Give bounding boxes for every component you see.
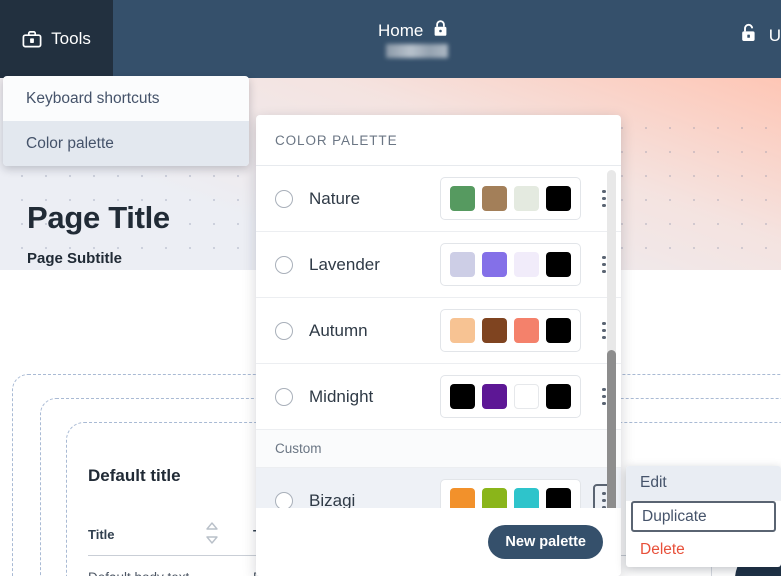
context-menu-item-delete[interactable]: Delete <box>626 532 781 567</box>
swatch <box>482 384 507 409</box>
menu-item-keyboard-shortcuts[interactable]: Keyboard shortcuts <box>3 76 249 121</box>
swatch <box>514 384 539 409</box>
palette-name: Nature <box>309 188 361 208</box>
swatch <box>450 384 475 409</box>
palette-group-label: Custom <box>256 430 621 468</box>
palette-row-bizagi[interactable]: Bizagi <box>256 468 621 508</box>
home-label: Home <box>378 21 424 40</box>
swatch <box>546 488 571 508</box>
palette-row-autumn[interactable]: Autumn <box>256 298 621 364</box>
swatch <box>450 488 475 508</box>
palette-row-nature[interactable]: Nature <box>256 166 621 232</box>
swatch <box>450 252 475 277</box>
sort-updown-icon[interactable] <box>206 522 218 544</box>
home-breadcrumb[interactable]: Home <box>378 19 449 43</box>
swatch <box>450 318 475 343</box>
new-palette-button[interactable]: New palette <box>488 525 603 559</box>
swatch <box>546 384 571 409</box>
palette-swatches[interactable] <box>440 479 581 508</box>
palette-swatches[interactable] <box>440 243 581 286</box>
palette-radio[interactable] <box>275 255 293 274</box>
swatch <box>482 318 507 343</box>
color-palette-panel: COLOR PALETTE Nature Lavender Autumn Mid… <box>256 115 621 576</box>
app-root: Page Title Page Subtitle Default title T… <box>0 0 781 576</box>
palette-row-midnight[interactable]: Midnight <box>256 364 621 430</box>
table-cell: Default body text <box>88 570 189 576</box>
palette-radio[interactable] <box>275 387 293 406</box>
page-title: Page Title <box>27 200 170 235</box>
swatch <box>482 252 507 277</box>
swatch <box>546 252 571 277</box>
column-header-title[interactable]: Title <box>88 527 115 542</box>
right-lock-group[interactable]: U <box>739 22 781 49</box>
palette-swatches[interactable] <box>440 309 581 352</box>
palette-name: Autumn <box>309 320 368 340</box>
toolbox-icon <box>22 29 42 49</box>
swatch <box>450 186 475 211</box>
swatch <box>482 186 507 211</box>
top-bar: Tools Home U <box>0 0 781 78</box>
card-title: Default title <box>88 466 181 485</box>
swatch <box>482 488 507 508</box>
palette-row-lavender[interactable]: Lavender <box>256 232 621 298</box>
swatch <box>514 488 539 508</box>
swatch <box>546 186 571 211</box>
color-palette-panel-footer: New palette <box>256 508 621 576</box>
lock-open-icon[interactable] <box>739 22 759 49</box>
palette-radio[interactable] <box>275 491 293 508</box>
palette-name: Midnight <box>309 386 374 406</box>
redacted-label <box>386 44 448 58</box>
user-label: U <box>768 25 781 45</box>
menu-item-color-palette[interactable]: Color palette <box>3 121 249 166</box>
tools-dropdown-menu: Keyboard shortcuts Color palette <box>3 76 249 166</box>
swatch <box>514 252 539 277</box>
swatch <box>546 318 571 343</box>
swatch <box>514 186 539 211</box>
context-menu-item-edit[interactable]: Edit <box>626 466 781 501</box>
palette-name: Bizagi <box>309 490 356 509</box>
palette-list: Nature Lavender Autumn Midnight Custom B… <box>256 166 621 508</box>
color-palette-panel-title: COLOR PALETTE <box>256 115 621 166</box>
palette-context-menu: Edit Duplicate Delete <box>626 466 781 567</box>
page-subtitle: Page Subtitle <box>27 250 123 267</box>
lock-closed-icon[interactable] <box>432 19 449 43</box>
palette-swatches[interactable] <box>440 177 581 220</box>
swatch <box>514 318 539 343</box>
palette-swatches[interactable] <box>440 375 581 418</box>
palette-radio[interactable] <box>275 189 293 208</box>
tools-button[interactable]: Tools <box>0 0 113 78</box>
palette-radio[interactable] <box>275 321 293 340</box>
tools-button-label: Tools <box>51 29 91 48</box>
palette-name: Lavender <box>309 254 380 274</box>
context-menu-item-duplicate[interactable]: Duplicate <box>631 501 776 532</box>
